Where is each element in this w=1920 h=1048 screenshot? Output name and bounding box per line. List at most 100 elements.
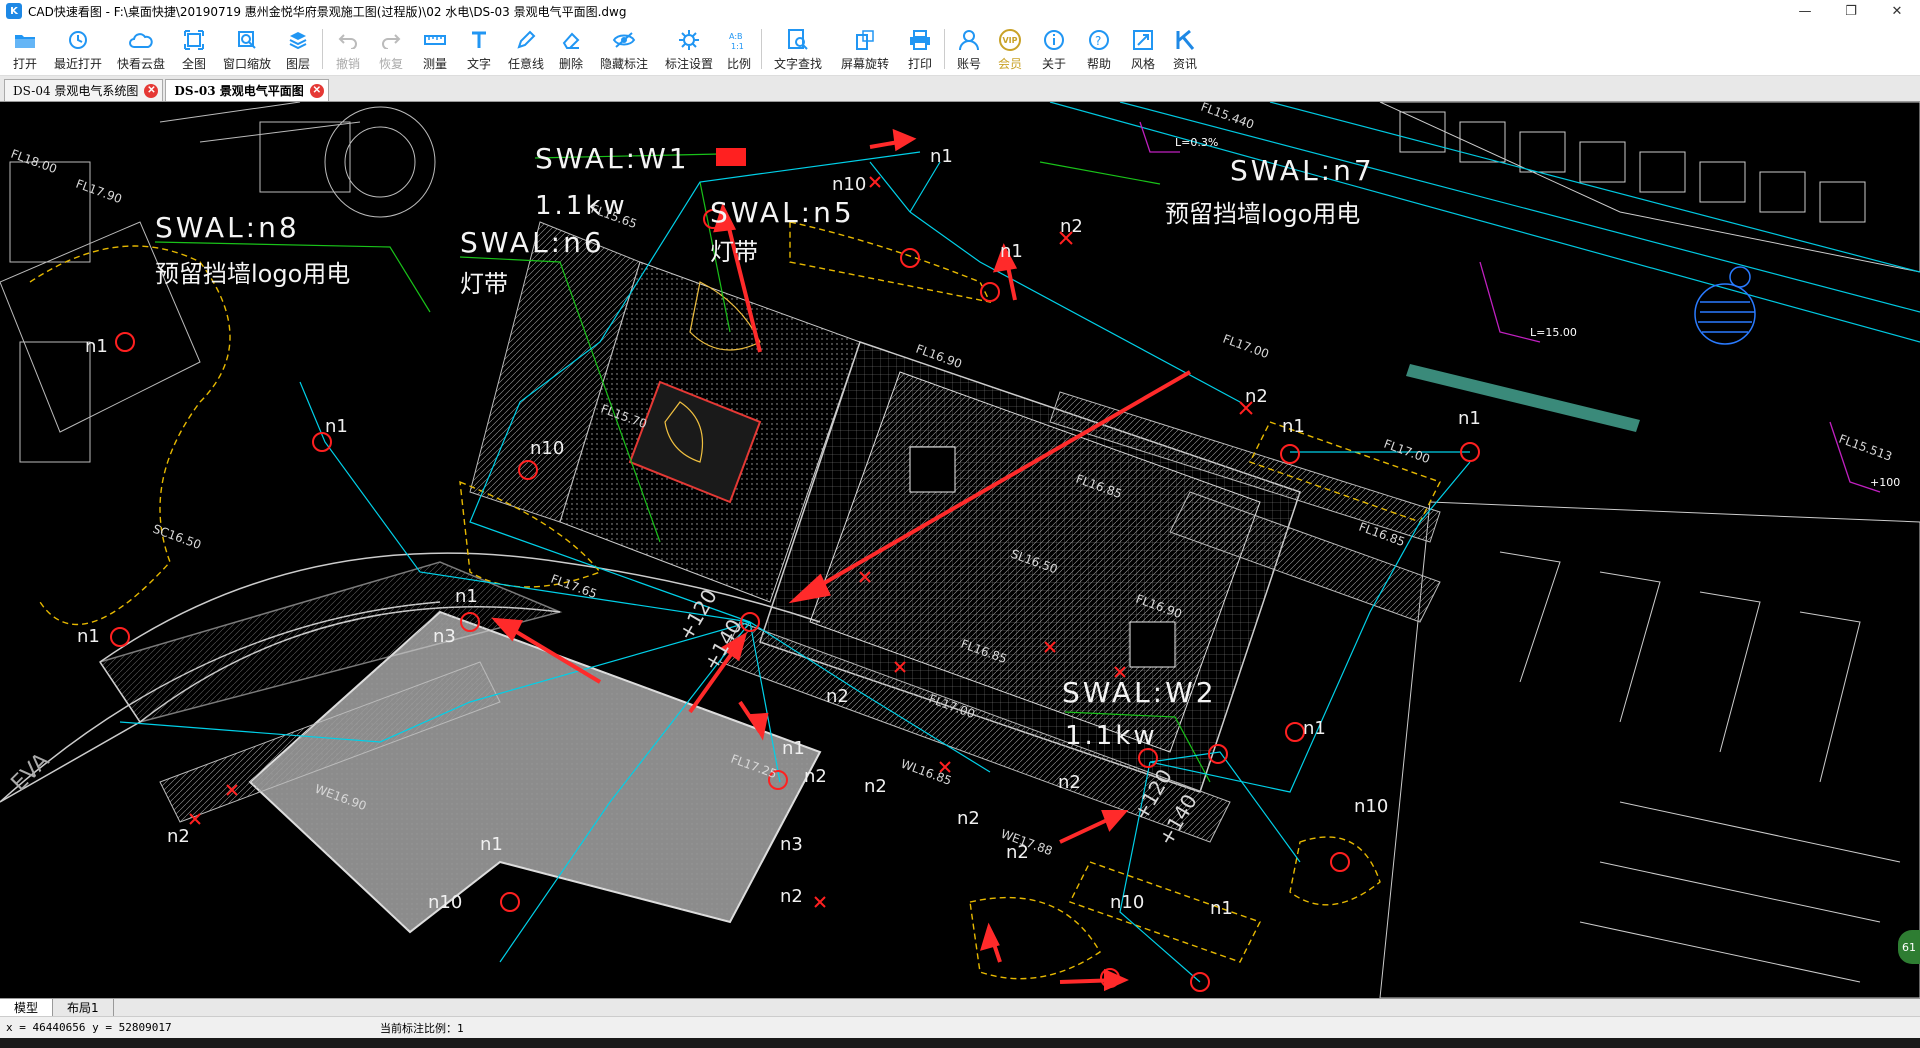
delete-button[interactable]: 删除 xyxy=(551,22,591,76)
tab-ds03[interactable]: DS-03 景观电气平面图 ✕ xyxy=(165,79,329,101)
help-button[interactable]: ? 帮助 xyxy=(1077,22,1121,76)
node-n1: n1 xyxy=(1210,898,1233,919)
undo-label: 撤销 xyxy=(335,57,360,71)
node-n2: n2 xyxy=(804,766,827,787)
fullview-button[interactable]: 全图 xyxy=(172,22,216,76)
open-label: 打开 xyxy=(12,57,37,71)
scale-label: 比例 xyxy=(726,57,751,71)
window-title: CAD快速看图 - F:\桌面快捷\20190719 惠州金悦华府景观施工图(过… xyxy=(28,4,627,19)
print-label: 打印 xyxy=(907,57,932,71)
rotate-icon xyxy=(853,28,877,52)
info-icon xyxy=(1042,28,1066,52)
scale-button[interactable]: A:B 1:1 比例 xyxy=(721,22,757,76)
news-button[interactable]: 资讯 xyxy=(1165,22,1205,76)
elev-140: +100 xyxy=(1870,476,1900,489)
zoom-window-icon xyxy=(235,28,259,52)
node-n2: n2 xyxy=(864,776,887,797)
text-tool-icon xyxy=(467,28,491,52)
markup-settings-button[interactable]: 标注设置 xyxy=(657,22,721,76)
style-button[interactable]: 风格 xyxy=(1121,22,1165,76)
node-n10: n10 xyxy=(1354,796,1388,817)
node-n1: n1 xyxy=(77,626,100,647)
tab-model[interactable]: 模型 xyxy=(0,998,54,1017)
text-search-button[interactable]: 文字查找 xyxy=(766,22,830,76)
tab-layout1[interactable]: 布局1 xyxy=(53,998,114,1017)
node-n10: n10 xyxy=(530,438,564,459)
node-n1: n1 xyxy=(1303,718,1326,739)
undo-button[interactable]: 撤销 xyxy=(327,22,369,76)
text-button[interactable]: 文字 xyxy=(457,22,501,76)
tab-ds04-label: DS-04 景观电气系统图 xyxy=(13,84,139,98)
svg-text:?: ? xyxy=(1095,34,1101,48)
fullview-label: 全图 xyxy=(181,57,206,71)
document-tabbar: DS-04 景观电气系统图 ✕ DS-03 景观电气平面图 ✕ xyxy=(0,76,1920,102)
layers-icon xyxy=(286,28,310,52)
toolbar-divider xyxy=(761,29,762,69)
redo-button[interactable]: 恢复 xyxy=(369,22,413,76)
tab-ds03-label: DS-03 景观电气平面图 xyxy=(174,84,304,98)
close-tab-icon[interactable]: ✕ xyxy=(309,83,324,98)
label-n8: SWAL:n8 xyxy=(155,211,300,244)
fl-18-00: FL18.00 xyxy=(9,147,59,177)
rotate-screen-button[interactable]: 屏幕旋转 xyxy=(830,22,900,76)
recent-button[interactable]: 最近打开 xyxy=(46,22,110,76)
vip-badge: VIP xyxy=(999,29,1021,51)
label-w2-power: 1.1kw xyxy=(1065,721,1158,751)
layout-tabbar: 模型 布局1 xyxy=(0,998,1920,1017)
close-tab-icon[interactable]: ✕ xyxy=(144,83,159,98)
node-n1: n1 xyxy=(85,336,108,357)
measure-button[interactable]: 测量 xyxy=(413,22,457,76)
node-n1: n1 xyxy=(1000,241,1023,262)
cursor-coordinates: x = 46440656 y = 52809017 xyxy=(6,1021,172,1034)
cloud-label: 快看云盘 xyxy=(116,57,165,71)
compass-icon xyxy=(1694,266,1756,345)
node-n10: n10 xyxy=(832,174,866,195)
node-n3: n3 xyxy=(780,834,803,855)
vip-icon: VIP xyxy=(998,28,1022,52)
fl-15-440: FL15.440 xyxy=(1199,102,1256,132)
taskbar-strip xyxy=(0,1038,1920,1048)
hide-markup-label: 隐藏标注 xyxy=(599,57,648,71)
news-label: 资讯 xyxy=(1172,57,1197,71)
text-search-label: 文字查找 xyxy=(773,57,822,71)
node-n2: n2 xyxy=(780,886,803,907)
freeline-button[interactable]: 任意线 xyxy=(501,22,551,76)
help-label: 帮助 xyxy=(1086,57,1111,71)
undo-icon xyxy=(336,28,360,52)
layers-button[interactable]: 图层 xyxy=(278,22,318,76)
fl-17-65: FL17.65 xyxy=(549,572,599,602)
close-window-button[interactable]: ✕ xyxy=(1874,0,1920,22)
minimize-button[interactable]: — xyxy=(1782,0,1828,22)
tab-ds04[interactable]: DS-04 景观电气系统图 ✕ xyxy=(4,79,164,101)
account-label: 账号 xyxy=(956,57,981,71)
label-w1: SWAL:W1 xyxy=(535,142,690,175)
label-n5: SWAL:n5 xyxy=(710,196,855,229)
window-zoom-button[interactable]: 窗口缩放 xyxy=(216,22,278,76)
label-n6: SWAL:n6 xyxy=(460,226,605,259)
label-n7: SWAL:n7 xyxy=(1230,154,1375,187)
pen-icon xyxy=(514,28,538,52)
drawing-canvas[interactable]: L=0.3% L=15.00 +100 SWAL:W1 1.1kw SWAL:n… xyxy=(0,102,1920,998)
eraser-icon xyxy=(559,28,583,52)
markup-scale-status: 当前标注比例：1 xyxy=(380,1021,464,1035)
member-button[interactable]: VIP 会员 xyxy=(989,22,1031,76)
account-button[interactable]: 账号 xyxy=(949,22,989,76)
redo-icon xyxy=(379,28,403,52)
cad-drawing: L=0.3% L=15.00 +100 SWAL:W1 1.1kw SWAL:n… xyxy=(0,102,1920,998)
maximize-button[interactable]: ❐ xyxy=(1828,0,1874,22)
about-button[interactable]: 关于 xyxy=(1031,22,1077,76)
doc-search-icon xyxy=(786,28,810,52)
toolbar-divider xyxy=(944,29,945,69)
node-n2: n2 xyxy=(826,686,849,707)
eye-hidden-icon xyxy=(612,28,636,52)
node-n2: n2 xyxy=(1060,216,1083,237)
node-n1: n1 xyxy=(782,738,805,759)
side-float-badge[interactable]: 61 xyxy=(1898,930,1920,964)
cloud-button[interactable]: 快看云盘 xyxy=(110,22,172,76)
markup-gear-icon xyxy=(677,28,701,52)
print-button[interactable]: 打印 xyxy=(900,22,940,76)
label-n8-sub: 预留挡墙logo用电 xyxy=(155,260,350,288)
open-button[interactable]: 打开 xyxy=(4,22,46,76)
hide-markup-button[interactable]: 隐藏标注 xyxy=(591,22,657,76)
k-logo-icon xyxy=(1173,28,1197,52)
